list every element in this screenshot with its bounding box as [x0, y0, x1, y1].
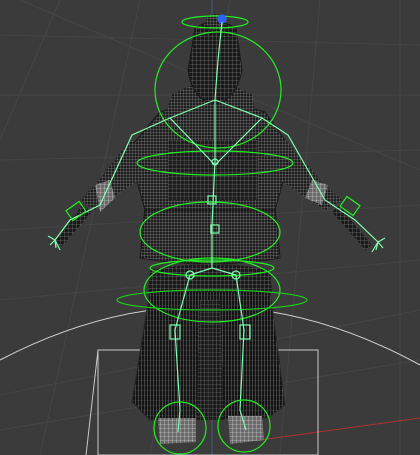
- selected-joint-marker[interactable]: [217, 14, 227, 24]
- viewport-canvas[interactable]: [0, 0, 420, 455]
- 3d-viewport[interactable]: [0, 0, 420, 455]
- left-shoe-mesh: [158, 418, 196, 444]
- character-mesh[interactable]: [55, 14, 372, 444]
- axis-x-line: [259, 417, 420, 441]
